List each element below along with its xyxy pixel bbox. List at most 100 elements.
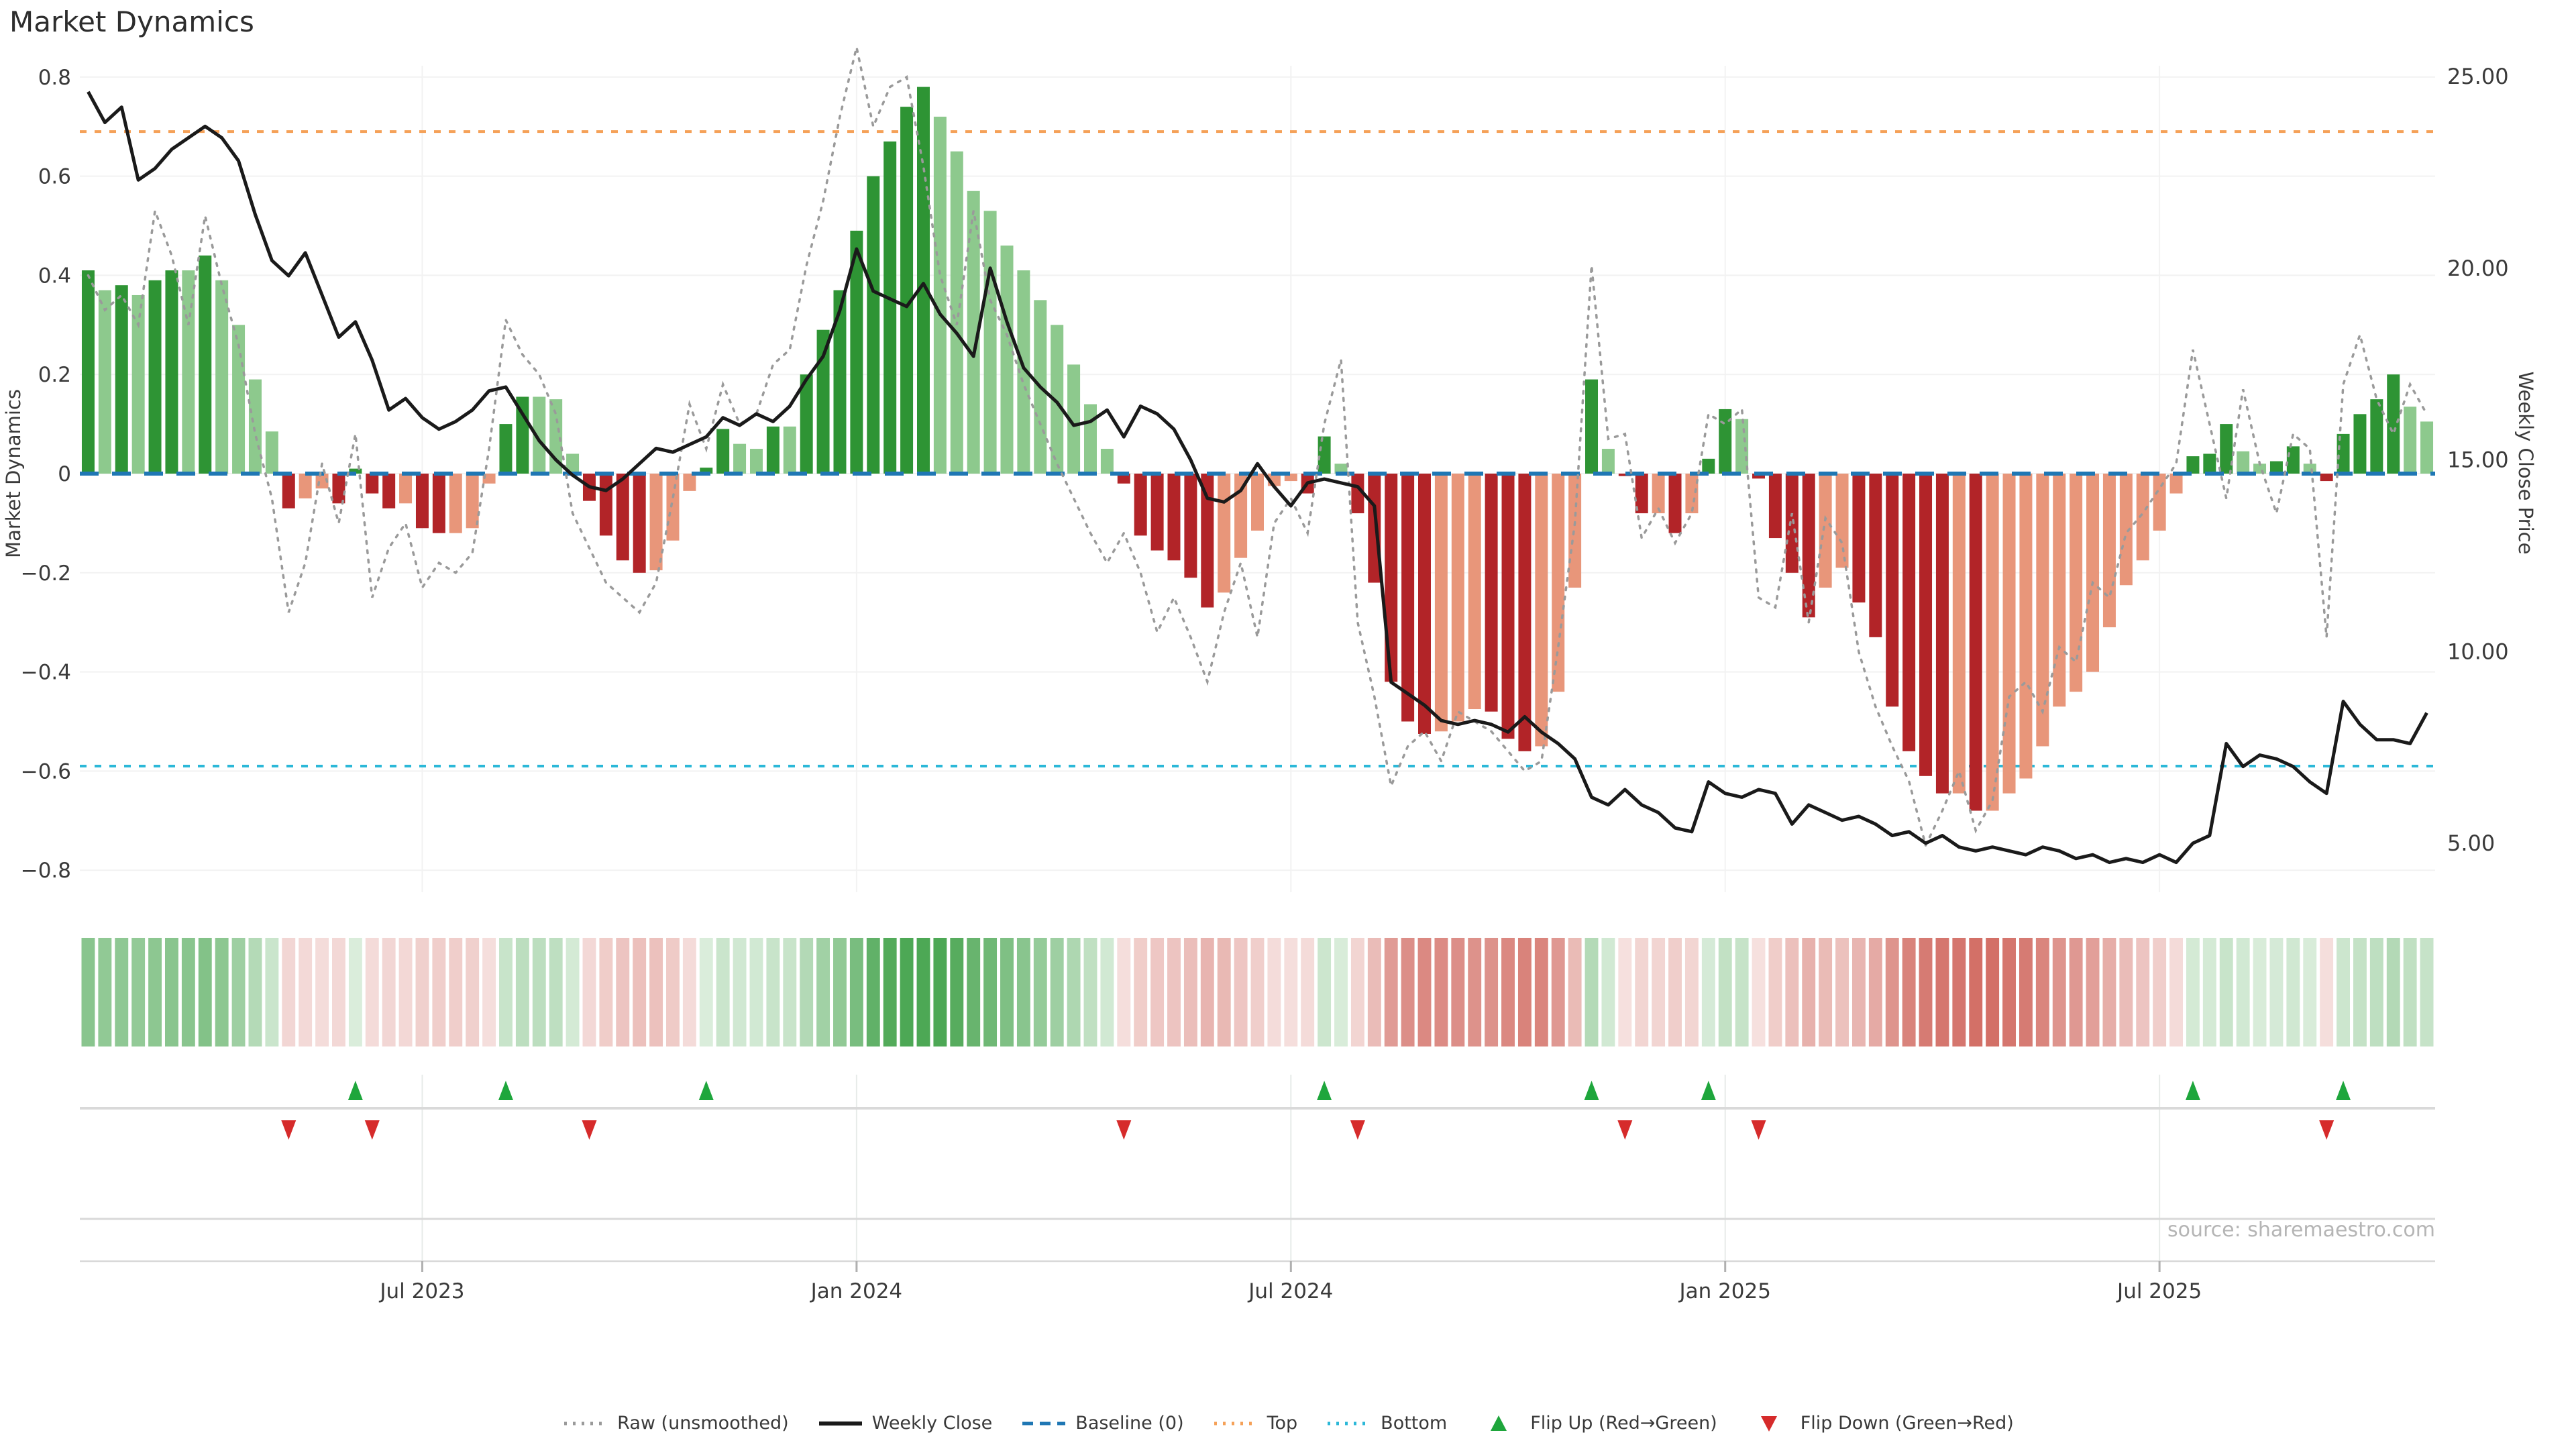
left-tick-label: −0.8 <box>21 859 71 883</box>
heatmap-cell <box>399 938 413 1046</box>
legend-item-label: Flip Down (Green→Red) <box>1801 1413 2014 1434</box>
heatmap-cell <box>967 938 980 1046</box>
dynamics-bar <box>1084 405 1097 474</box>
heatmap-cell <box>1100 938 1114 1046</box>
dynamics-bar <box>1886 474 1898 706</box>
legend-item-6: Flip Down (Green→Red) <box>1746 1413 2014 1434</box>
heatmap-cell <box>2370 938 2383 1046</box>
heatmap-cell <box>2220 938 2233 1046</box>
legend-item-label: Top <box>1267 1413 1298 1434</box>
dynamics-bar <box>1101 449 1114 474</box>
flip-marker-panel <box>80 1075 2435 1261</box>
dynamics-bar <box>299 474 312 498</box>
heatmap-cell <box>2237 938 2250 1046</box>
heatmap-cell <box>131 938 145 1046</box>
heatmap-cell <box>1869 938 1882 1046</box>
heatmap-cell <box>2070 938 2083 1046</box>
heatmap-cell <box>2153 938 2166 1046</box>
heatmap-cell <box>566 938 580 1046</box>
flip-up-marker <box>1317 1081 1332 1100</box>
date-tick-label: Jan 2024 <box>810 1279 903 1303</box>
dynamics-bar <box>833 290 846 474</box>
heatmap-cell <box>716 938 730 1046</box>
flip-up-marker <box>1701 1081 1716 1100</box>
heatmap-cell <box>867 938 880 1046</box>
heatmap-cell <box>499 938 513 1046</box>
dynamics-bar <box>2370 399 2383 474</box>
flip-up-marker <box>2336 1081 2351 1100</box>
dynamics-bar <box>1518 474 1531 751</box>
heatmap-cell <box>2387 938 2400 1046</box>
left-tick-label: 0.8 <box>38 66 71 90</box>
dynamics-bar <box>1819 474 1832 588</box>
heatmap-cell <box>1552 938 1565 1046</box>
heatmap-cell <box>2053 938 2066 1046</box>
dynamics-bar <box>1468 474 1481 709</box>
dotted-line-icon <box>1212 1413 1259 1434</box>
dynamics-bar <box>282 474 295 508</box>
date-tick-label: Jul 2025 <box>2116 1279 2202 1303</box>
dynamics-bar <box>215 280 228 474</box>
dynamics-bar <box>683 474 696 491</box>
heatmap-cell <box>833 938 847 1046</box>
heatmap-cell <box>583 938 596 1046</box>
heatmap-cell <box>299 938 312 1046</box>
heatmap-cell <box>900 938 914 1046</box>
heatmap-cell <box>1434 938 1448 1046</box>
flip-down-marker <box>365 1120 380 1140</box>
dynamics-bar <box>449 474 462 533</box>
heatmap-cell <box>1468 938 1481 1046</box>
heatmap-cell <box>1852 938 1866 1046</box>
heatmap-cell <box>700 938 713 1046</box>
left-tick-label: 0.2 <box>38 363 71 387</box>
heatmap-cell <box>1351 938 1364 1046</box>
heatmap-cell <box>683 938 696 1046</box>
heatmap-cell <box>165 938 178 1046</box>
dynamics-bar <box>249 380 262 474</box>
right-tick-label: 10.00 <box>2447 639 2509 664</box>
heatmap-cell <box>98 938 111 1046</box>
heatmap-cell <box>249 938 262 1046</box>
heatmap-cell <box>633 938 646 1046</box>
heatmap-cell <box>1485 938 1498 1046</box>
dynamics-bar <box>1134 474 1147 535</box>
dynamics-bar <box>2203 453 2216 474</box>
triangle-up-icon <box>1475 1413 1522 1434</box>
heatmap-cell <box>2286 938 2300 1046</box>
heatmap-cell <box>1886 938 1899 1046</box>
heatmap-cell <box>1150 938 1164 1046</box>
dynamics-bar <box>266 431 278 474</box>
dynamics-bar <box>382 474 395 508</box>
heatmap-cell <box>1802 938 1815 1046</box>
heatmap-cell <box>1267 938 1281 1046</box>
dynamics-bar <box>1602 449 1615 474</box>
dynamics-bar <box>2170 474 2183 494</box>
heatmap-cell <box>1385 938 1398 1046</box>
heatmap-cell <box>1334 938 1348 1046</box>
dynamics-bar <box>1986 474 1999 811</box>
legend-item-label: Flip Up (Red→Green) <box>1530 1413 1717 1434</box>
legend-item-2: Baseline (0) <box>1020 1413 1183 1434</box>
heatmap-cell <box>1768 938 1782 1046</box>
heatmap-cell <box>1735 938 1749 1046</box>
flip-down-marker <box>582 1120 596 1140</box>
dynamics-bar <box>2353 414 2366 474</box>
dynamics-bar <box>984 211 997 474</box>
dynamics-bar <box>666 474 679 541</box>
heatmap-strip <box>82 938 2434 1046</box>
heatmap-cell <box>2353 938 2367 1046</box>
heatmap-cell <box>449 938 462 1046</box>
legend-item-label: Bottom <box>1381 1413 1447 1434</box>
heatmap-cell <box>1535 938 1548 1046</box>
legend-item-label: Baseline (0) <box>1075 1413 1183 1434</box>
heatmap-cell <box>1418 938 1432 1046</box>
heatmap-cell <box>2169 938 2183 1046</box>
heatmap-cell <box>182 938 195 1046</box>
flip-down-marker <box>2319 1120 2334 1140</box>
dynamics-bar <box>2053 474 2065 706</box>
legend-item-label: Weekly Close <box>872 1413 993 1434</box>
heatmap-cell <box>2269 938 2283 1046</box>
dynamics-bar <box>817 330 830 474</box>
heatmap-cell <box>1952 938 1966 1046</box>
heatmap-cell <box>2136 938 2149 1046</box>
